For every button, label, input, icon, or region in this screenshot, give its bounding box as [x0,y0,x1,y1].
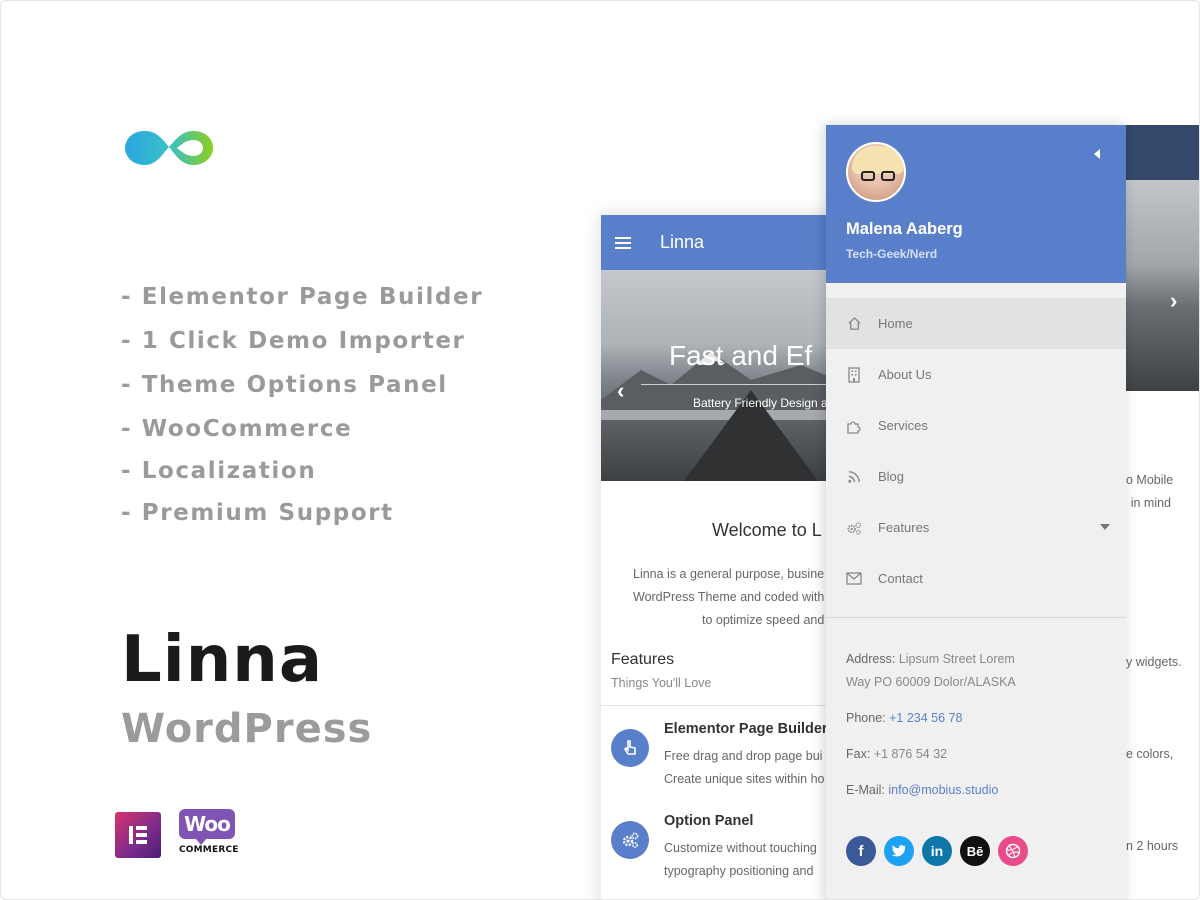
menu-item-label: Contact [878,571,923,586]
phone-mockup-left: Linna Fast and Ef Battery Friendly Desig… [601,215,861,899]
menu-item-label: About Us [878,367,932,382]
woo-logo-text: Woo [179,809,235,845]
menu-item-label: Services [878,418,928,433]
feature-item: - WooCommerce [121,416,353,442]
cogs-icon [611,821,649,859]
avatar-hair [852,146,904,174]
body-text: n 2 hours [1126,839,1179,853]
hero-slider: Fast and Ef Battery Friendly Design a ‹ [601,270,861,481]
feature-list: - Elementor Page Builder - 1 Click Demo … [121,281,483,539]
fax-value: +1 876 54 32 [873,747,948,761]
feature-card-desc: Customize without touching typography po… [664,837,817,883]
hero-subtitle: Battery Friendly Design a [693,396,828,410]
address-line: Way PO 60009 Dolor/ALASKA [846,675,1016,689]
infinity-logo-icon [125,131,213,165]
feature-item: - Localization [121,458,317,484]
collapse-drawer-icon[interactable] [1094,149,1100,159]
gears-icon [846,520,862,536]
hamburger-menu-icon[interactable] [615,236,631,249]
screenshot-frame: - Elementor Page Builder - 1 Click Demo … [0,0,1200,900]
body-text: in mind [1130,496,1171,510]
welcome-heading: Welcome to L [712,520,822,540]
desc-line: to optimize speed and [702,613,825,627]
divider [601,705,861,706]
features-heading: Features [611,651,675,668]
app-title: Linna [660,232,705,252]
email-link[interactable]: info@mobius.studio [888,783,998,797]
brand-subtitle: WordPress [121,706,373,752]
twitter-icon[interactable] [884,836,914,866]
hand-pointer-icon [611,729,649,767]
puzzle-icon [846,418,862,434]
body-text: o Mobile [1126,473,1174,487]
desc-line: Customize without touching [664,841,817,855]
desc-line: WordPress Theme and coded with [633,590,825,604]
user-role: Tech-Geek/Nerd [846,247,938,261]
home-icon [846,316,862,332]
app-bar [1126,125,1199,180]
menu-item-home[interactable]: Home [826,298,1126,349]
contact-fax: Fax: +1 876 54 32 [846,743,947,766]
feature-item: - 1 Click Demo Importer [121,328,466,354]
menu-item-contact[interactable]: Contact [826,553,1126,604]
building-icon [846,366,862,383]
social-links: f in Bē [846,836,1028,866]
menu-item-label: Features [878,520,930,535]
dribbble-icon[interactable] [998,836,1028,866]
address-line: Lipsum Street Lorem [898,652,1015,666]
phone-mockup-right: › o Mobile in mind y widgets. e colors, … [1126,125,1199,899]
woocommerce-logo-icon: Woo COMMERCE [179,809,241,861]
linkedin-icon[interactable]: in [922,836,952,866]
desc-line: Create unique sites within ho [664,772,825,786]
brand-title: Linna [121,623,324,697]
prev-arrow-icon[interactable]: ‹ [617,378,624,404]
user-name: Malena Aaberg [846,220,963,238]
menu-item-blog[interactable]: Blog [826,451,1126,502]
divider [826,617,1126,618]
contact-email: E-Mail: info@mobius.studio [846,779,998,802]
menu-item-features[interactable]: Features [826,502,1126,553]
menu-item-label: Blog [878,469,905,484]
body-text: e colors, [1126,747,1174,761]
app-bar: Linna [601,215,861,270]
phone-link[interactable]: +1 234 56 78 [889,711,962,725]
address-label: Address: [846,652,896,666]
drawer-menu: Home About Us Services Blog Features Con… [826,298,1126,604]
facebook-icon[interactable]: f [846,836,876,866]
behance-icon[interactable]: Bē [960,836,990,866]
elementor-logo-icon [115,812,161,858]
contact-address: Address: Lipsum Street Lorem Way PO 6000… [846,648,1016,694]
desc-line: Linna is a general purpose, busine [633,567,825,581]
navigation-drawer: Malena Aaberg Tech-Geek/Nerd Home About … [826,125,1126,899]
feature-card-desc: Free drag and drop page bui Create uniqu… [664,745,825,791]
features-subheading: Things You'll Love [611,676,712,690]
fax-label: Fax: [846,747,871,761]
body-text: y widgets. [1126,655,1182,669]
drawer-header: Malena Aaberg Tech-Geek/Nerd [826,125,1126,283]
avatar[interactable] [846,142,906,202]
woo-logo-subtext: COMMERCE [179,845,239,855]
rss-icon [846,469,862,485]
feature-item: - Premium Support [121,500,394,526]
phone-label: Phone: [846,711,886,725]
avatar-glasses [861,171,895,181]
menu-item-label: Home [878,316,913,331]
feature-card-title: Elementor Page Builder [664,721,828,737]
email-label: E-Mail: [846,783,885,797]
welcome-description: Linna is a general purpose, busine WordP… [633,563,824,632]
menu-item-services[interactable]: Services [826,400,1126,451]
desc-line: Free drag and drop page bui [664,749,823,763]
hero-title: Fast and Ef [669,340,813,371]
feature-card-title: Option Panel [664,813,754,829]
feature-item: - Elementor Page Builder [121,284,484,310]
contact-phone: Phone: +1 234 56 78 [846,707,962,730]
menu-item-about-us[interactable]: About Us [826,349,1126,400]
submenu-caret-icon[interactable] [1100,524,1110,530]
hero-slider: › [1126,180,1199,391]
desc-line: typography positioning and [664,864,814,878]
envelope-icon [846,571,862,587]
next-arrow-icon[interactable]: › [1170,288,1177,314]
feature-item: - Theme Options Panel [121,372,448,398]
